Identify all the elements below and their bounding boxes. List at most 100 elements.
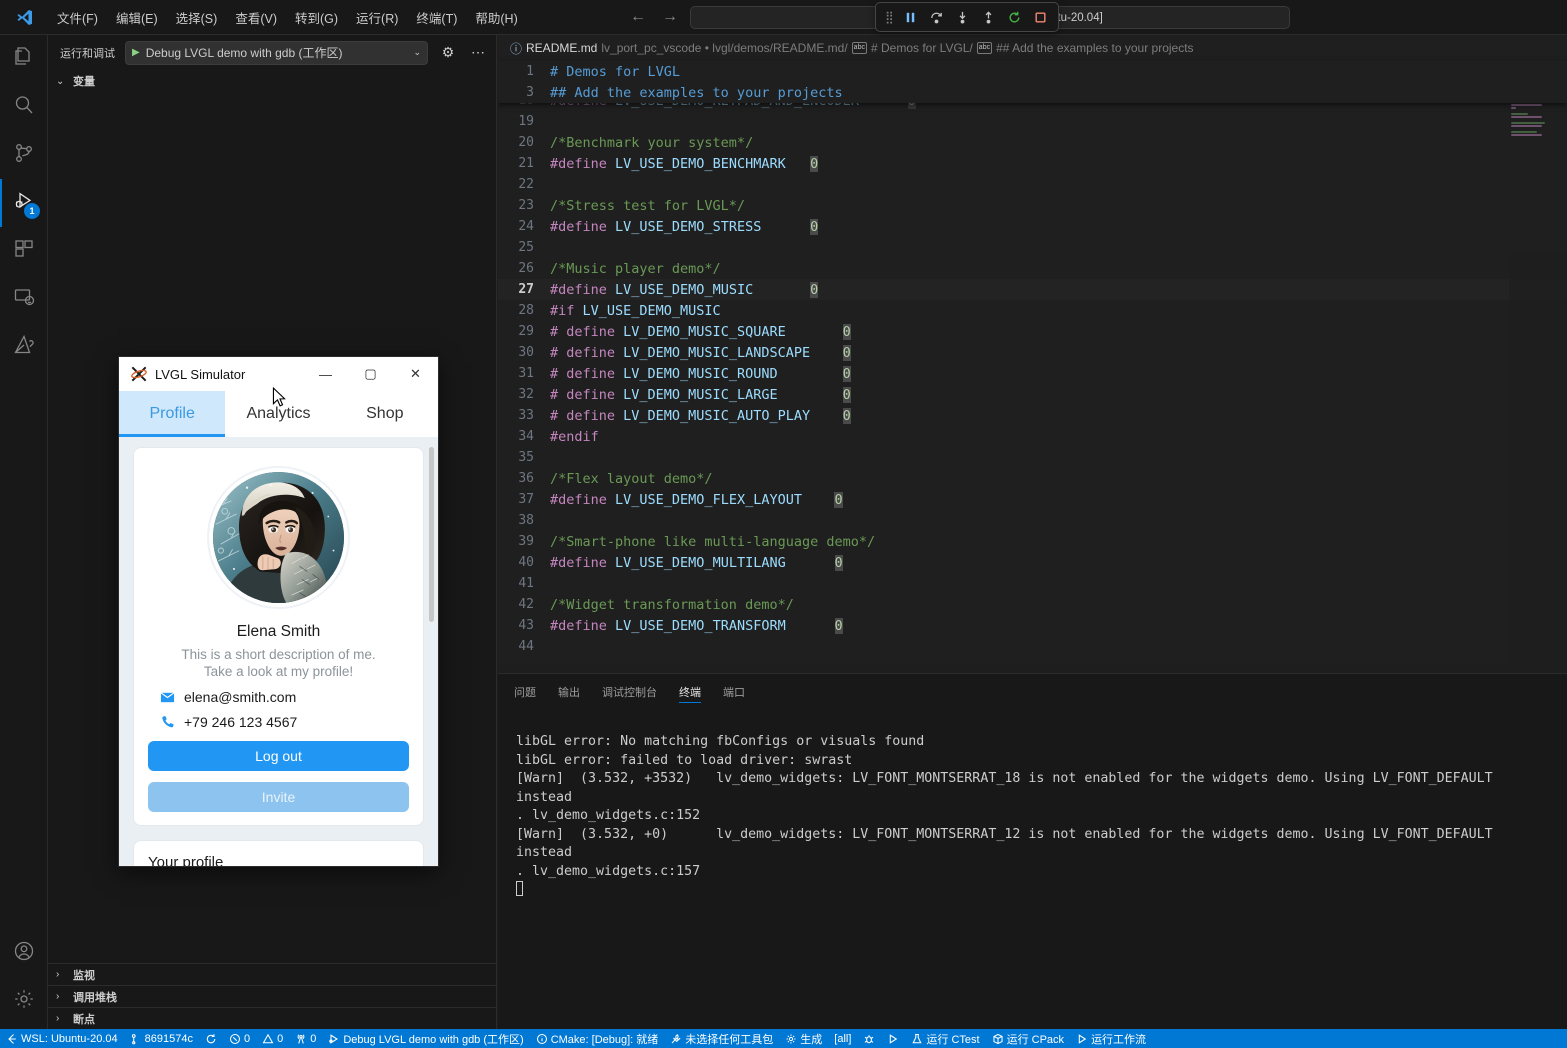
breadcrumb-path[interactable]: lv_port_pc_vscode • lvgl/demos/README.md…	[601, 41, 847, 55]
code-line[interactable]: 32 # define LV_DEMO_MUSIC_LARGE 0	[498, 384, 1567, 405]
terminal-output[interactable]: libGL error: No matching fbConfigs or vi…	[498, 709, 1567, 900]
activity-item-accounts[interactable]	[0, 929, 48, 977]
code-line[interactable]: 35	[498, 447, 1567, 468]
code-line[interactable]: 31 # define LV_DEMO_MUSIC_ROUND 0	[498, 363, 1567, 384]
code-line[interactable]: 27 #define LV_USE_DEMO_MUSIC 0	[498, 279, 1567, 300]
tab-profile[interactable]: Profile	[119, 391, 226, 437]
code-line[interactable]: 25	[498, 237, 1567, 258]
panel-tab-4[interactable]: 端口	[723, 674, 745, 709]
sticky-line[interactable]: 3 ## Add the examples to your projects	[498, 82, 1567, 103]
status-item-sync-2[interactable]	[199, 1029, 223, 1048]
status-item-remote-0[interactable]: WSL: Ubuntu-20.04	[0, 1029, 124, 1048]
code-line[interactable]: 40 #define LV_USE_DEMO_MULTILANG 0	[498, 552, 1567, 573]
sidebar-section-call-stack[interactable]: › 调用堆栈	[48, 985, 497, 1007]
stop-button[interactable]	[1029, 6, 1052, 28]
back-button[interactable]: ←	[628, 8, 648, 26]
restart-button[interactable]	[1003, 6, 1026, 28]
status-item-play-12[interactable]	[881, 1029, 905, 1048]
activity-item-search[interactable]	[0, 83, 48, 131]
menu-view[interactable]: 查看(V)	[226, 4, 286, 31]
activity-item-settings[interactable]	[0, 977, 48, 1025]
code-line[interactable]: 42 /*Widget transformation demo*/	[498, 594, 1567, 615]
maximize-button[interactable]: ▢	[348, 357, 393, 391]
code-line[interactable]: 41	[498, 573, 1567, 594]
step-out-button[interactable]	[977, 6, 1000, 28]
code-line[interactable]: 30 # define LV_DEMO_MUSIC_LANDSCAPE 0	[498, 342, 1567, 363]
tab-shop[interactable]: Shop	[332, 391, 438, 437]
activity-item-run-and-debug[interactable]: 1	[0, 179, 48, 227]
step-into-button[interactable]	[951, 6, 974, 28]
minimap[interactable]	[1509, 61, 1567, 665]
menu-file[interactable]: 文件(F)	[48, 4, 107, 31]
activity-item-extensions[interactable]	[0, 227, 48, 275]
breadcrumb-file[interactable]: README.md	[526, 41, 597, 55]
status-item-branch-1[interactable]: 8691574c	[124, 1029, 199, 1048]
status-item-debug-alt-6[interactable]: Debug LVGL demo with gdb (工作区)	[322, 1029, 529, 1048]
status-item-text-10[interactable]: [all]	[828, 1029, 857, 1048]
breadcrumb-symbol-1[interactable]: # Demos for LVGL/	[871, 41, 973, 55]
open-launch-json-button[interactable]: ⚙	[438, 44, 458, 61]
minimize-button[interactable]: —	[303, 357, 348, 391]
sticky-line[interactable]: 1 # Demos for LVGL	[498, 61, 1567, 82]
status-item-package-14[interactable]: 运行 CPack	[986, 1029, 1070, 1048]
menu-help[interactable]: 帮助(H)	[466, 4, 526, 31]
menu-run[interactable]: 运行(R)	[347, 4, 407, 31]
sidebar-section-variables[interactable]: ⌄ 变量	[48, 70, 496, 92]
code-line[interactable]: 23 /*Stress test for LVGL*/	[498, 195, 1567, 216]
status-item-error-3[interactable]: 0	[223, 1029, 256, 1048]
code-lines[interactable]: 18#define LV_USE_DEMO_KEYPAD_AND_ENCODER…	[498, 90, 1567, 657]
code-line[interactable]: 22	[498, 174, 1567, 195]
code-line[interactable]: 21 #define LV_USE_DEMO_BENCHMARK 0	[498, 153, 1567, 174]
drag-handle-icon[interactable]: ⣿	[882, 11, 896, 23]
menu-go[interactable]: 转到(G)	[286, 4, 347, 31]
code-line[interactable]: 44	[498, 636, 1567, 657]
sidebar-section-breakpoints[interactable]: › 断点	[48, 1007, 497, 1029]
code-line[interactable]: 34 #endif	[498, 426, 1567, 447]
breadcrumb-symbol-2[interactable]: ## Add the examples to your projects	[996, 41, 1193, 55]
code-line[interactable]: 20 /*Benchmark your system*/	[498, 132, 1567, 153]
simulator-title-bar[interactable]: LVGL Simulator — ▢ ✕	[119, 357, 438, 391]
code-line[interactable]: 43 #define LV_USE_DEMO_TRANSFORM 0	[498, 615, 1567, 636]
status-item-radio-tower-5[interactable]: 0	[289, 1029, 322, 1048]
panel-tab-1[interactable]: 输出	[558, 674, 580, 709]
status-item-gear-9[interactable]: 生成	[779, 1029, 828, 1048]
activity-item-source-control[interactable]	[0, 131, 48, 179]
code-line[interactable]: 19	[498, 111, 1567, 132]
panel-tab-0[interactable]: 问题	[514, 674, 536, 709]
code-line[interactable]: 36 /*Flex layout demo*/	[498, 468, 1567, 489]
content-scrollbar[interactable]	[429, 447, 434, 622]
status-item-bug-11[interactable]	[857, 1029, 881, 1048]
status-item-beaker-13[interactable]: 运行 CTest	[905, 1029, 985, 1048]
panel-tab-2[interactable]: 调试控制台	[602, 674, 657, 709]
menu-selection[interactable]: 选择(S)	[167, 4, 227, 31]
status-item-info-7[interactable]: CMake: [Debug]: 就绪	[530, 1029, 665, 1048]
code-line[interactable]: 33 # define LV_DEMO_MUSIC_AUTO_PLAY 0	[498, 405, 1567, 426]
code-line[interactable]: 28 #if LV_USE_DEMO_MUSIC	[498, 300, 1567, 321]
menu-terminal[interactable]: 终端(T)	[407, 4, 466, 31]
forward-button[interactable]: →	[660, 8, 680, 26]
code-line[interactable]: 39 /*Smart-phone like multi-language demo…	[498, 531, 1567, 552]
logout-button[interactable]: Log out	[148, 741, 409, 771]
pause-button[interactable]	[899, 6, 922, 28]
start-debug-icon[interactable]: ▶	[132, 47, 140, 58]
close-button[interactable]: ✕	[393, 357, 438, 391]
panel-tab-3[interactable]: 终端	[679, 674, 701, 709]
activity-item-explorer[interactable]	[0, 35, 48, 83]
more-actions-button[interactable]: ⋯	[468, 44, 488, 61]
activity-item-remote-explorer[interactable]	[0, 275, 48, 323]
sidebar-section-watch[interactable]: › 监视	[48, 963, 497, 985]
code-line[interactable]: 29 # define LV_DEMO_MUSIC_SQUARE 0	[498, 321, 1567, 342]
code-line[interactable]: 38	[498, 510, 1567, 531]
invite-button[interactable]: Invite	[148, 782, 409, 812]
status-item-play-15[interactable]: 运行工作流	[1070, 1029, 1152, 1048]
code-line[interactable]: 26 /*Music player demo*/	[498, 258, 1567, 279]
status-item-tools-8[interactable]: 未选择任何工具包	[664, 1029, 779, 1048]
code-line[interactable]: 24 #define LV_USE_DEMO_STRESS 0	[498, 216, 1567, 237]
activity-item-cmake-tools[interactable]	[0, 323, 48, 371]
code-line[interactable]: 37 #define LV_USE_DEMO_FLEX_LAYOUT 0	[498, 489, 1567, 510]
step-over-button[interactable]	[925, 6, 948, 28]
lvgl-simulator-window[interactable]: LVGL Simulator — ▢ ✕ Profile Analytics S…	[118, 356, 439, 867]
status-item-warning-4[interactable]: 0	[256, 1029, 289, 1048]
menu-edit[interactable]: 编辑(E)	[107, 4, 167, 31]
launch-configuration-select[interactable]: ▶ Debug LVGL demo with gdb (工作区) ⌄	[125, 40, 428, 65]
